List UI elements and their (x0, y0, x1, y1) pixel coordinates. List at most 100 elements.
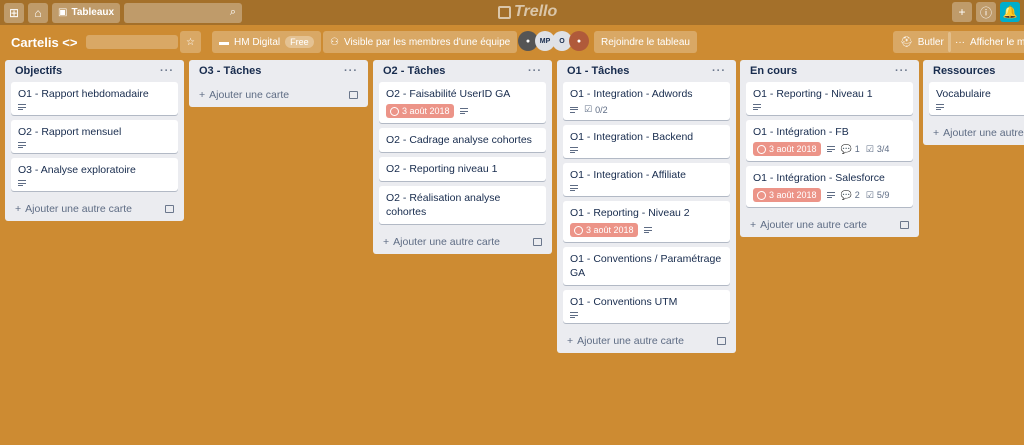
team-icon: ▬ (219, 36, 229, 48)
card-title: O2 - Reporting niveau 1 (386, 163, 498, 175)
card[interactable]: O3 - Analyse exploratoire (11, 158, 178, 191)
card-template-icon[interactable] (717, 336, 726, 345)
card-title: O2 - Réalisation analyse cohortes (386, 192, 501, 218)
butler-button[interactable]: ⛑ Butler (893, 31, 951, 53)
list-menu-icon[interactable]: ··· (160, 65, 174, 77)
card-template-icon[interactable] (349, 90, 358, 99)
description-icon (18, 104, 26, 110)
plus-icon[interactable]: + (952, 2, 972, 22)
due-date: 3 août 2018 (402, 106, 450, 116)
card[interactable]: Vocabulaire (929, 82, 1024, 115)
list-menu-icon[interactable]: ··· (712, 65, 726, 77)
card[interactable]: O1 - Integration - Backend (563, 125, 730, 158)
clock-icon (390, 106, 399, 116)
due-date-badge[interactable]: 3 août 2018 (753, 142, 821, 156)
team-button[interactable]: ▬ HM Digital Free (212, 31, 321, 53)
card[interactable]: O1 - Conventions UTM (563, 290, 730, 323)
card[interactable]: O2 - Faisabilité UserID GA 3 août 2018 (379, 82, 546, 123)
list-en-cours: En cours ··· O1 - Reporting - Niveau 1 O1… (740, 60, 919, 237)
due-date-badge[interactable]: 3 août 2018 (386, 104, 454, 118)
team-badge: Free (285, 36, 314, 48)
card-template-icon[interactable] (165, 204, 174, 213)
boards-button[interactable]: ▣ Tableaux (52, 2, 121, 23)
list-title[interactable]: Objectifs (15, 65, 62, 77)
card[interactable]: O2 - Cadrage analyse cohortes (379, 128, 546, 152)
description-icon (18, 180, 26, 186)
trello-logo[interactable]: Trello (498, 3, 557, 21)
card[interactable]: O1 - Conventions / Paramétrage GA (563, 247, 730, 285)
list-ressources: Ressources Vocabulaire + Ajouter une autr… (923, 60, 1024, 145)
description-icon (753, 104, 761, 110)
star-icon: ☆ (186, 36, 195, 48)
butler-icon: ⛑ (900, 36, 913, 48)
top-bar: ⊞ ⌂ ▣ Tableaux ⌕ Trello + ⓘ 🔔 (0, 0, 1024, 25)
show-menu-button[interactable]: ··· Afficher le menu (948, 31, 1024, 53)
add-card-button[interactable]: +Ajouter une autre carte (746, 212, 913, 237)
list-title[interactable]: O1 - Tâches (567, 65, 629, 77)
add-card-label: Ajouter une autre carte (577, 334, 684, 347)
add-card-button[interactable]: +Ajouter une autre carte (11, 196, 178, 221)
card[interactable]: O1 - Integration - Affiliate (563, 163, 730, 196)
card[interactable]: O2 - Reporting niveau 1 (379, 157, 546, 181)
add-card-button[interactable]: + Ajouter une carte (195, 82, 362, 107)
card-title: Vocabulaire (936, 88, 991, 100)
clock-icon (757, 144, 766, 154)
add-card-button[interactable]: +Ajouter une autre carte (379, 229, 546, 254)
description-icon (570, 147, 578, 153)
card-title: O1 - Reporting - Niveau 1 (753, 88, 873, 100)
card[interactable]: O1 - Reporting - Niveau 1 (746, 82, 913, 115)
checklist-icon: ☑ (584, 104, 593, 114)
join-board-button[interactable]: Rejoindre le tableau (594, 31, 697, 53)
comment-icon: 💬 (840, 143, 852, 154)
card-title: O1 - Reporting - Niveau 2 (570, 207, 690, 219)
card-template-icon[interactable] (533, 237, 542, 246)
card-title: O2 - Cadrage analyse cohortes (386, 134, 532, 146)
list-o2-taches: O2 - Tâches ··· O2 - Faisabilité UserID G… (373, 60, 552, 254)
add-card-button[interactable]: +Ajouter une autre carte (929, 120, 1024, 145)
butler-label: Butler (917, 36, 944, 48)
card-title: O1 - Intégration - Salesforce (753, 172, 885, 184)
add-card-button[interactable]: +Ajouter une autre carte (563, 328, 730, 353)
card[interactable]: O1 - Integration - Adwords ☑ 0/2 (563, 82, 730, 120)
due-date-badge[interactable]: 3 août 2018 (753, 188, 821, 202)
avatar[interactable]: ● (569, 31, 589, 51)
add-card-label: Ajouter une autre carte (943, 126, 1024, 139)
card[interactable]: O2 - Rapport mensuel (11, 120, 178, 153)
bell-icon[interactable]: 🔔 (1000, 2, 1020, 22)
list-title[interactable]: O3 - Tâches (199, 65, 261, 77)
card[interactable]: O1 - Rapport hebdomadaire (11, 82, 178, 115)
board-header: Cartelis <> ☆ ▬ HM Digital Free ⚇ Visible p… (0, 30, 1024, 54)
add-card-label: Ajouter une autre carte (760, 218, 867, 231)
list-menu-icon[interactable]: ··· (895, 65, 909, 77)
visibility-button[interactable]: ⚇ Visible par les membres d'une équipe (323, 31, 518, 53)
list-title[interactable]: En cours (750, 65, 797, 77)
grid-icon[interactable]: ⊞ (4, 2, 24, 23)
list-menu-icon[interactable]: ··· (344, 65, 358, 77)
card-title: O2 - Rapport mensuel (18, 126, 122, 138)
card[interactable]: O1 - Reporting - Niveau 2 3 août 2018 (563, 201, 730, 242)
add-card-label: Ajouter une autre carte (25, 202, 132, 215)
comment-icon: 💬 (840, 189, 852, 200)
show-menu-label: Afficher le menu (970, 36, 1024, 48)
home-icon[interactable]: ⌂ (28, 2, 48, 23)
card-title: O3 - Analyse exploratoire (18, 164, 136, 176)
board-name-redacted (85, 35, 178, 49)
card[interactable]: O1 - Intégration - Salesforce 3 août 2018… (746, 166, 913, 207)
description-icon (570, 185, 578, 191)
description-icon (936, 104, 944, 110)
card-title: O1 - Conventions UTM (570, 296, 678, 308)
star-button[interactable]: ☆ (180, 31, 201, 53)
logo-text: Trello (514, 3, 558, 20)
list-title[interactable]: Ressources (933, 65, 995, 77)
card-template-icon[interactable] (900, 220, 909, 229)
list-title[interactable]: O2 - Tâches (383, 65, 445, 77)
search-input[interactable]: ⌕ (124, 2, 243, 23)
trello-logo-icon (498, 5, 511, 19)
board-name[interactable]: Cartelis <> (11, 35, 78, 50)
due-date-badge[interactable]: 3 août 2018 (570, 223, 638, 237)
info-icon[interactable]: ⓘ (976, 2, 996, 22)
card[interactable]: O2 - Réalisation analyse cohortes (379, 186, 546, 224)
card[interactable]: O1 - Intégration - FB 3 août 2018 💬 1 ☑ 3/4 (746, 120, 913, 161)
description-icon (570, 312, 578, 318)
list-menu-icon[interactable]: ··· (528, 65, 542, 77)
